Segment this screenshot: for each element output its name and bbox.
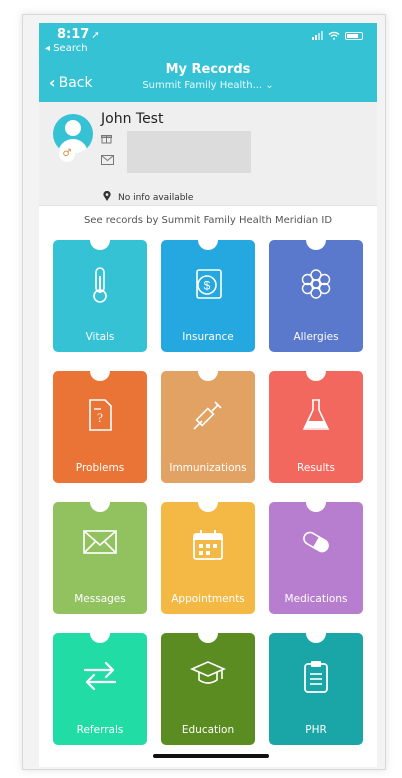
swap-arrows-icon [53,659,147,697]
tile-results[interactable]: Results [269,361,363,483]
tile-label: Referrals [76,724,124,736]
email-envelope-icon [101,155,114,168]
location-pin-icon [103,190,111,204]
patient-name: John Test [101,111,164,127]
tile-messages[interactable]: Messages [53,492,147,614]
svg-text:$: $ [204,279,211,293]
tile-notch [90,361,110,381]
svg-text:?: ? [97,410,103,425]
tile-label: Education [181,724,235,736]
tile-label: PHR [305,724,327,736]
tile-phr[interactable]: PHR [269,623,363,745]
calendar-icon [161,528,255,566]
tile-label: Allergies [293,331,339,343]
birthday-gift-icon [101,133,112,147]
meridian-id-link[interactable]: See records by Summit Family Health Meri… [39,215,377,226]
insurance-dollar-icon: $ [161,266,255,306]
tile-label: Results [297,462,335,474]
tile-notch [306,623,326,643]
app-screen: 8:17 ➚ ◂ Search My Records Summit Family … [39,23,377,767]
allergy-flower-icon [269,266,363,306]
tile-notch [306,361,326,381]
back-button[interactable]: ‹ Back [49,73,93,92]
home-indicator[interactable] [153,754,269,758]
pill-icon [269,528,363,560]
tile-label: Immunizations [169,462,247,474]
tile-notch [306,492,326,512]
problems-document-icon: ? [53,397,147,437]
return-to-search[interactable]: ◂ Search [45,43,88,54]
battery-icon [345,31,363,40]
tile-problems[interactable]: ? Problems [53,361,147,483]
chevron-left-icon: ‹ [49,73,56,92]
tile-label: Appointments [171,593,245,605]
tile-notch [198,361,218,381]
tile-allergies[interactable]: Allergies [269,230,363,352]
wifi-icon [328,31,340,40]
syringe-icon [161,397,255,437]
tile-referrals[interactable]: Referrals [53,623,147,745]
nav-header: 8:17 ➚ ◂ Search My Records Summit Family … [39,23,377,102]
tile-immunizations[interactable]: Immunizations [161,361,255,483]
tile-notch [90,230,110,250]
tile-appointments[interactable]: Appointments [161,492,255,614]
male-gender-icon: ♂ [59,146,75,162]
status-indicators [312,31,363,40]
tile-label: Vitals [85,331,115,343]
tile-label: Problems [75,462,125,474]
tile-label: Insurance [182,331,234,343]
tile-notch [306,230,326,250]
tile-notch [198,492,218,512]
status-time: 8:17 ➚ [57,27,100,42]
back-label: Back [58,74,93,91]
clipboard-icon [269,659,363,699]
graduation-cap-icon [161,659,255,693]
tile-medications[interactable]: Medications [269,492,363,614]
tile-notch [90,492,110,512]
tile-education[interactable]: Education [161,623,255,745]
tile-notch [90,623,110,643]
tile-notch [198,230,218,250]
tile-notch [198,623,218,643]
tile-insurance[interactable]: $ Insurance [161,230,255,352]
location-arrow-icon: ➚ [91,30,100,41]
redacted-contact-info [127,131,251,173]
location-text: No info available [118,193,194,203]
patient-profile-card: ♂ John Test No info available [39,102,377,206]
tile-vitals[interactable]: Vitals [53,230,147,352]
envelope-icon [53,528,147,560]
tile-label: Medications [284,593,348,605]
thermometer-icon [53,266,147,308]
tile-label: Messages [74,593,126,605]
phone-frame: 8:17 ➚ ◂ Search My Records Summit Family … [22,14,386,770]
signal-icon [312,31,323,40]
flask-icon [269,397,363,437]
